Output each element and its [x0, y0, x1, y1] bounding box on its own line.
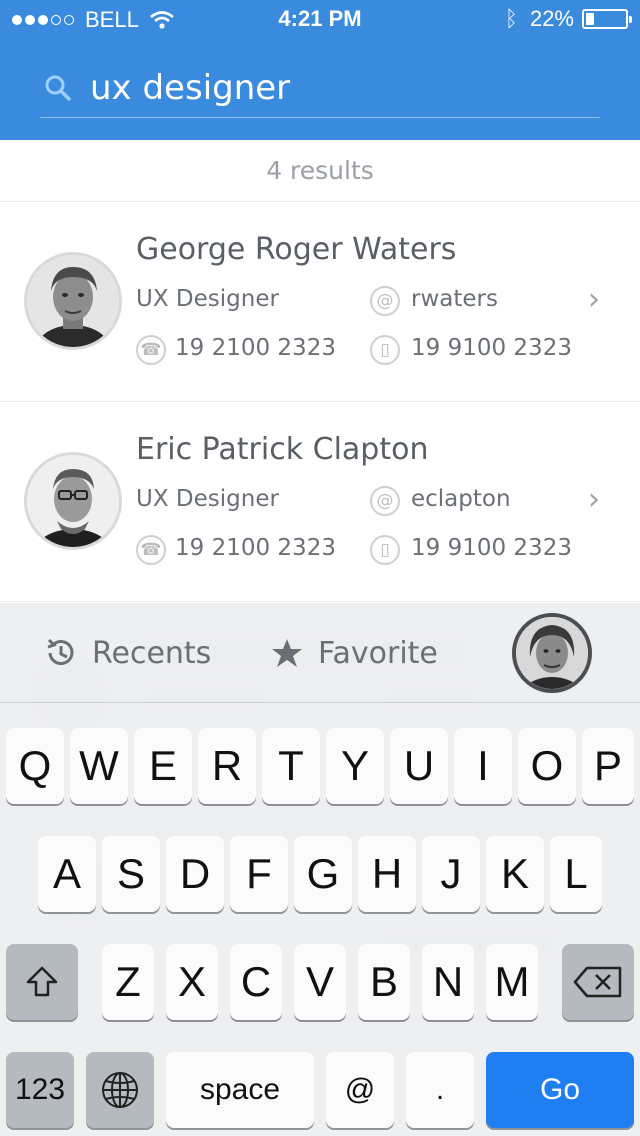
- favorite-contact-avatar[interactable]: [512, 613, 592, 693]
- key-b[interactable]: B: [358, 944, 410, 1020]
- phone-icon: ☎: [136, 335, 166, 365]
- avatar: [24, 252, 122, 350]
- chevron-right-icon[interactable]: ›: [588, 482, 600, 517]
- contact-name: George Roger Waters: [136, 232, 457, 267]
- key-n[interactable]: N: [422, 944, 474, 1020]
- tab-favorite[interactable]: Favorite: [270, 603, 438, 703]
- status-bar: BELL 4:21 PM ᛒ 22%: [0, 0, 640, 40]
- result-count: 4 results: [0, 140, 640, 202]
- backspace-icon: [573, 966, 622, 998]
- tab-favorite-label: Favorite: [318, 635, 438, 671]
- result-row[interactable]: Eric Patrick Clapton UX Designer @ eclap…: [0, 402, 640, 602]
- key-w[interactable]: W: [70, 728, 128, 804]
- search-input[interactable]: [90, 62, 590, 114]
- numbers-key[interactable]: 123: [6, 1052, 74, 1128]
- key-i[interactable]: I: [454, 728, 512, 804]
- contact-title: UX Designer: [136, 486, 279, 512]
- key-s[interactable]: S: [102, 836, 160, 912]
- battery-percent: 22%: [529, 6, 574, 31]
- contact-handle: eclapton: [411, 486, 511, 512]
- delete-key[interactable]: [562, 944, 634, 1020]
- key-g[interactable]: G: [294, 836, 352, 912]
- battery-icon: [582, 9, 632, 29]
- key-t[interactable]: T: [262, 728, 320, 804]
- key-o[interactable]: O: [518, 728, 576, 804]
- period-key[interactable]: .: [406, 1052, 474, 1128]
- key-m[interactable]: M: [486, 944, 538, 1020]
- globe-key[interactable]: [86, 1052, 154, 1128]
- go-key[interactable]: Go: [486, 1052, 634, 1128]
- contact-mobile[interactable]: 19 9100 2323: [411, 535, 572, 561]
- key-l[interactable]: L: [550, 836, 602, 912]
- contact-mobile[interactable]: 19 9100 2323: [411, 335, 572, 361]
- search-bar: [40, 60, 600, 118]
- shift-key[interactable]: [6, 944, 78, 1020]
- space-key[interactable]: space: [166, 1052, 314, 1128]
- key-c[interactable]: C: [230, 944, 282, 1020]
- at-icon: @: [370, 486, 400, 516]
- key-h[interactable]: H: [358, 836, 416, 912]
- globe-icon: [102, 1072, 138, 1108]
- tab-recents[interactable]: Recents: [44, 603, 211, 703]
- key-y[interactable]: Y: [326, 728, 384, 804]
- avatar: [24, 452, 122, 550]
- mobile-icon: ▯: [370, 335, 400, 365]
- header: BELL 4:21 PM ᛒ 22%: [0, 0, 640, 140]
- key-z[interactable]: Z: [102, 944, 154, 1020]
- at-icon: @: [370, 286, 400, 316]
- contact-phone[interactable]: 19 2100 2323: [175, 535, 336, 561]
- star-icon: [272, 639, 302, 667]
- key-q[interactable]: Q: [6, 728, 64, 804]
- key-x[interactable]: X: [166, 944, 218, 1020]
- result-row[interactable]: George Roger Waters UX Designer @ rwater…: [0, 202, 640, 402]
- bluetooth-icon: ᛒ: [504, 6, 518, 31]
- history-icon: [47, 638, 74, 665]
- tab-bar: Recents Favorite: [0, 603, 640, 703]
- chevron-right-icon[interactable]: ›: [588, 282, 600, 317]
- search-icon: [45, 75, 71, 101]
- key-k[interactable]: K: [486, 836, 544, 912]
- key-v[interactable]: V: [294, 944, 346, 1020]
- key-j[interactable]: J: [422, 836, 480, 912]
- key-a[interactable]: A: [38, 836, 96, 912]
- key-r[interactable]: R: [198, 728, 256, 804]
- contact-phone[interactable]: 19 2100 2323: [175, 335, 336, 361]
- key-p[interactable]: P: [582, 728, 634, 804]
- contact-name: Eric Patrick Clapton: [136, 432, 429, 467]
- shift-arrow-icon: [26, 966, 58, 997]
- key-u[interactable]: U: [390, 728, 448, 804]
- status-right: ᛒ 22%: [504, 6, 632, 32]
- key-d[interactable]: D: [166, 836, 224, 912]
- key-f[interactable]: F: [230, 836, 288, 912]
- tab-recents-label: Recents: [92, 635, 212, 671]
- contact-handle: rwaters: [411, 286, 498, 312]
- at-key[interactable]: @: [326, 1052, 394, 1128]
- mobile-icon: ▯: [370, 535, 400, 565]
- contact-title: UX Designer: [136, 286, 279, 312]
- key-e[interactable]: E: [134, 728, 192, 804]
- phone-icon: ☎: [136, 535, 166, 565]
